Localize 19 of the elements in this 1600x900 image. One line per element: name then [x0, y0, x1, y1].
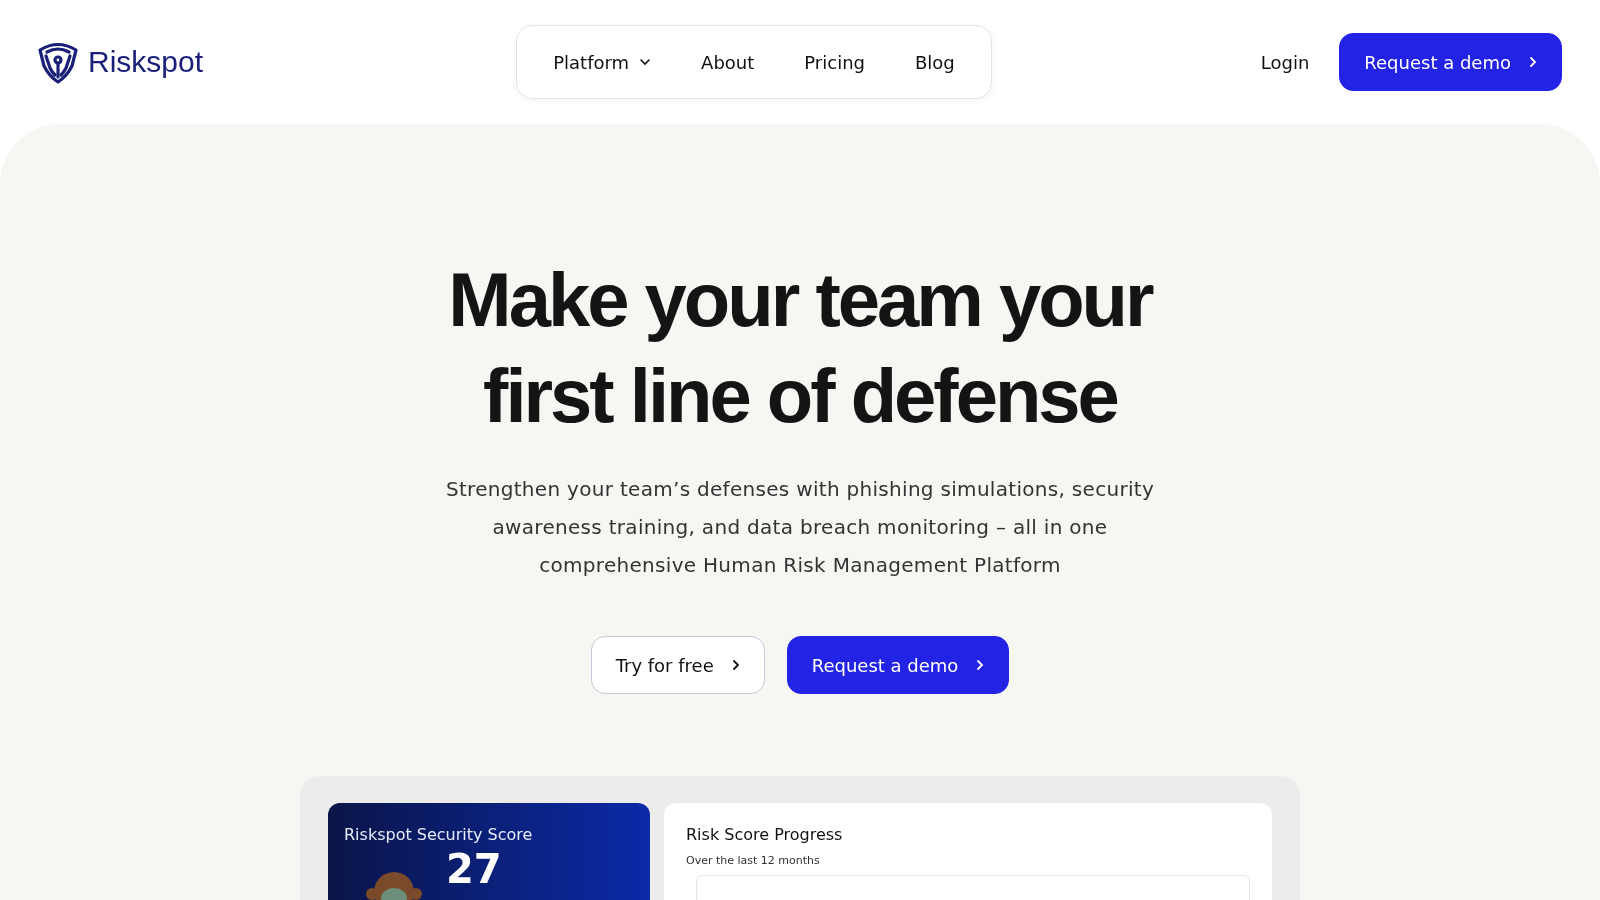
request-demo-button[interactable]: Request a demo — [786, 636, 1010, 694]
login-link[interactable]: Login — [1260, 51, 1310, 73]
nav-link[interactable]: Blog — [897, 51, 973, 73]
hero-headline: Make your team your first line of defense — [448, 256, 1152, 440]
nav-link[interactable]: Pricing — [786, 51, 883, 73]
card-title: Riskspot Security Score — [344, 825, 534, 844]
nav-link[interactable]: Platform — [535, 51, 670, 73]
chevron-right-icon — [976, 659, 985, 671]
score-value: 27 — [446, 848, 502, 890]
try-free-button[interactable]: Try for free — [590, 636, 765, 694]
chevron-right-icon — [1529, 56, 1537, 68]
nav-link[interactable]: About — [683, 51, 773, 73]
chevron-right-icon — [731, 659, 740, 671]
card-subtitle: Over the last 12 months — [686, 854, 821, 867]
hero-subtitle: Strengthen your team’s defenses with phishing simulations, security awareness training, and data breach monitoring – all in one comprehensive Human Risk Management Platform — [444, 476, 1156, 579]
brand-name[interactable]: Riskspot — [88, 45, 204, 79]
request-demo-button[interactable]: Request a demo — [1339, 33, 1562, 91]
shield-logo-icon — [36, 40, 80, 84]
card-title: Risk Score Progress — [686, 825, 844, 844]
